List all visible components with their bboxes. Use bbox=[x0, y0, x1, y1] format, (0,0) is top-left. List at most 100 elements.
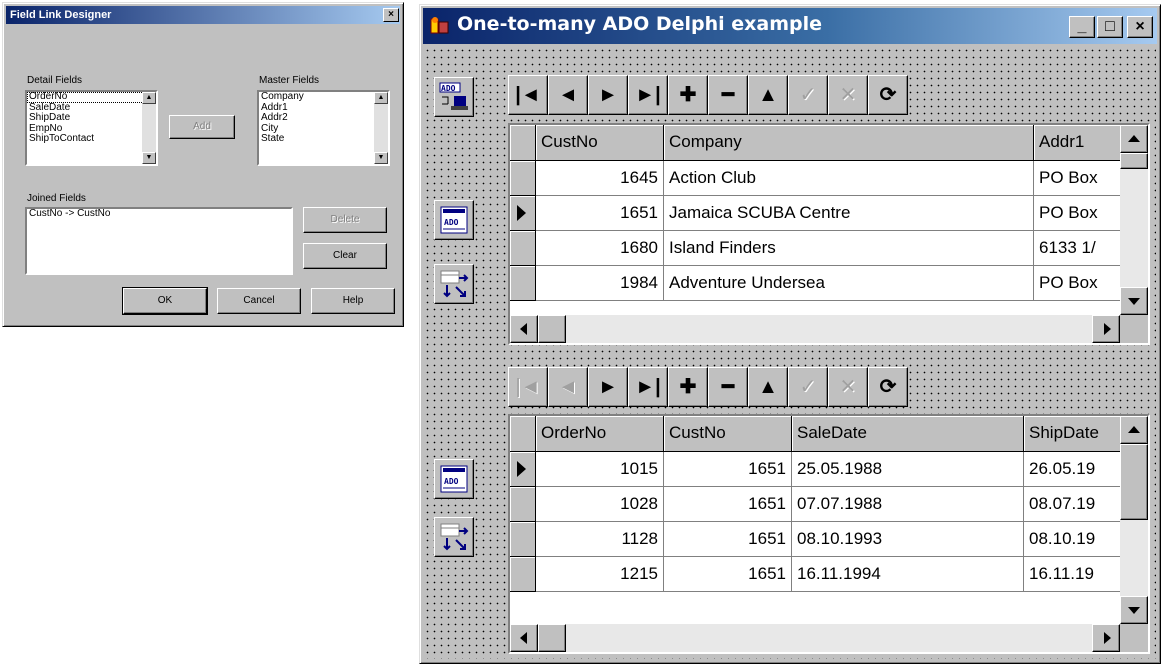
cell-shipdate[interactable]: 16.11.19 bbox=[1024, 557, 1120, 592]
detail-fields-list[interactable]: OrderNo SaleDate ShipDate EmpNo ShipToCo… bbox=[25, 90, 158, 166]
cell-company[interactable]: Jamaica SCUBA Centre bbox=[664, 196, 1034, 231]
column-header[interactable]: CustNo bbox=[664, 416, 792, 452]
scroll-left-icon[interactable] bbox=[510, 624, 538, 652]
scroll-thumb[interactable] bbox=[1120, 153, 1148, 169]
cell-company[interactable]: Adventure Undersea bbox=[664, 266, 1034, 301]
nav-next-button[interactable]: ► bbox=[588, 75, 628, 115]
cell-custno[interactable]: 1651 bbox=[536, 196, 664, 231]
cell-saledate[interactable]: 08.10.1993 bbox=[792, 522, 1024, 557]
horizontal-scrollbar[interactable] bbox=[510, 315, 1120, 343]
scroll-down-icon[interactable]: ▼ bbox=[142, 152, 156, 164]
close-icon[interactable]: × bbox=[1127, 16, 1153, 38]
joined-fields-list[interactable]: CustNo -> CustNo bbox=[25, 207, 293, 275]
scroll-left-icon[interactable] bbox=[510, 315, 538, 343]
scroll-right-icon[interactable] bbox=[1092, 624, 1120, 652]
scrollbar[interactable]: ▲ ▼ bbox=[142, 92, 156, 164]
list-item[interactable]: State bbox=[259, 133, 388, 145]
cell-company[interactable]: Action Club bbox=[664, 161, 1034, 196]
nav-refresh-button[interactable]: ⟳ bbox=[868, 367, 908, 407]
cell-custno[interactable]: 1651 bbox=[664, 557, 792, 592]
master-fields-list[interactable]: Company Addr1 Addr2 City State ▲ ▼ bbox=[257, 90, 390, 166]
cell-orderno[interactable]: 1128 bbox=[536, 522, 664, 557]
nav-cancel-button[interactable]: ✕ bbox=[828, 75, 868, 115]
cell-orderno[interactable]: 1015 bbox=[536, 452, 664, 487]
nav-prior-button[interactable]: ◄ bbox=[548, 367, 588, 407]
cell-shipdate[interactable]: 08.10.19 bbox=[1024, 522, 1120, 557]
list-item[interactable]: Company bbox=[259, 92, 388, 103]
cell-custno[interactable]: 1651 bbox=[664, 487, 792, 522]
list-item[interactable]: OrderNo bbox=[27, 92, 156, 103]
cell-shipdate[interactable]: 08.07.19 bbox=[1024, 487, 1120, 522]
nav-edit-button[interactable]: ▲ bbox=[748, 367, 788, 407]
column-header[interactable]: ShipDate bbox=[1024, 416, 1120, 452]
nav-insert-button[interactable]: ✚ bbox=[668, 75, 708, 115]
list-item[interactable]: Addr2 bbox=[259, 112, 388, 124]
cell-custno[interactable]: 1645 bbox=[536, 161, 664, 196]
list-item[interactable]: CustNo -> CustNo bbox=[27, 209, 291, 220]
cell-custno[interactable]: 1651 bbox=[664, 522, 792, 557]
ado-connection-icon[interactable]: ADO bbox=[434, 77, 474, 117]
cell-company[interactable]: Island Finders bbox=[664, 231, 1034, 266]
cell-addr1[interactable]: PO Box bbox=[1034, 196, 1120, 231]
nav-post-button[interactable]: ✓ bbox=[788, 75, 828, 115]
datasource-icon[interactable] bbox=[434, 517, 474, 557]
cell-orderno[interactable]: 1215 bbox=[536, 557, 664, 592]
cell-custno[interactable]: 1680 bbox=[536, 231, 664, 266]
scroll-thumb[interactable] bbox=[538, 624, 566, 652]
nav-last-button[interactable]: ►| bbox=[628, 367, 668, 407]
column-header[interactable]: OrderNo bbox=[536, 416, 664, 452]
scroll-up-icon[interactable] bbox=[1120, 125, 1148, 153]
maximize-icon[interactable]: □ bbox=[1097, 16, 1123, 38]
nav-first-button[interactable]: |◄ bbox=[508, 75, 548, 115]
ok-button[interactable]: OK bbox=[122, 287, 208, 315]
list-item[interactable]: ShipDate bbox=[27, 112, 156, 124]
nav-prior-button[interactable]: ◄ bbox=[548, 75, 588, 115]
cell-shipdate[interactable]: 26.05.19 bbox=[1024, 452, 1120, 487]
nav-delete-button[interactable]: ━ bbox=[708, 367, 748, 407]
horizontal-scrollbar[interactable] bbox=[510, 624, 1120, 652]
add-button[interactable]: Add bbox=[169, 115, 235, 139]
help-button[interactable]: Help bbox=[311, 288, 395, 314]
scroll-right-icon[interactable] bbox=[1092, 315, 1120, 343]
vertical-scrollbar[interactable] bbox=[1120, 416, 1148, 624]
cell-saledate[interactable]: 07.07.1988 bbox=[792, 487, 1024, 522]
scroll-down-icon[interactable] bbox=[1120, 287, 1148, 315]
cell-addr1[interactable]: 6133 1/ bbox=[1034, 231, 1120, 266]
delete-button[interactable]: Delete bbox=[303, 207, 387, 233]
cell-custno[interactable]: 1651 bbox=[664, 452, 792, 487]
datasource-icon[interactable] bbox=[434, 264, 474, 304]
window-title-bar[interactable]: One-to-many ADO Delphi example _ □ × bbox=[423, 8, 1157, 44]
cell-orderno[interactable]: 1028 bbox=[536, 487, 664, 522]
column-header[interactable]: SaleDate bbox=[792, 416, 1024, 452]
ado-dataset-icon[interactable]: ADO bbox=[434, 459, 474, 499]
master-db-grid[interactable]: CustNo Company Addr1 1645 Action Club PO… bbox=[508, 123, 1150, 345]
nav-edit-button[interactable]: ▲ bbox=[748, 75, 788, 115]
scroll-up-icon[interactable]: ▲ bbox=[142, 92, 156, 104]
cell-addr1[interactable]: PO Box bbox=[1034, 266, 1120, 301]
column-header[interactable]: Company bbox=[664, 125, 1034, 161]
nav-cancel-button[interactable]: ✕ bbox=[828, 367, 868, 407]
nav-last-button[interactable]: ►| bbox=[628, 75, 668, 115]
vertical-scrollbar[interactable] bbox=[1120, 125, 1148, 315]
nav-insert-button[interactable]: ✚ bbox=[668, 367, 708, 407]
scroll-thumb[interactable] bbox=[538, 315, 566, 343]
cell-custno[interactable]: 1984 bbox=[536, 266, 664, 301]
cell-saledate[interactable]: 16.11.1994 bbox=[792, 557, 1024, 592]
clear-button[interactable]: Clear bbox=[303, 243, 387, 269]
scroll-up-icon[interactable] bbox=[1120, 416, 1148, 444]
scroll-down-icon[interactable] bbox=[1120, 596, 1148, 624]
cell-addr1[interactable]: PO Box bbox=[1034, 161, 1120, 196]
nav-delete-button[interactable]: ━ bbox=[708, 75, 748, 115]
scroll-up-icon[interactable]: ▲ bbox=[374, 92, 388, 104]
dialog-title-bar[interactable]: Field Link Designer bbox=[6, 6, 400, 24]
scroll-down-icon[interactable]: ▼ bbox=[374, 152, 388, 164]
cancel-button[interactable]: Cancel bbox=[217, 288, 301, 314]
list-item[interactable]: ShipToContact bbox=[27, 133, 156, 145]
nav-post-button[interactable]: ✓ bbox=[788, 367, 828, 407]
close-icon[interactable]: × bbox=[383, 8, 399, 22]
column-header[interactable]: CustNo bbox=[536, 125, 664, 161]
minimize-icon[interactable]: _ bbox=[1069, 16, 1095, 38]
detail-db-grid[interactable]: OrderNo CustNo SaleDate ShipDate 1015 16… bbox=[508, 414, 1150, 654]
column-header[interactable]: Addr1 bbox=[1034, 125, 1120, 161]
nav-next-button[interactable]: ► bbox=[588, 367, 628, 407]
